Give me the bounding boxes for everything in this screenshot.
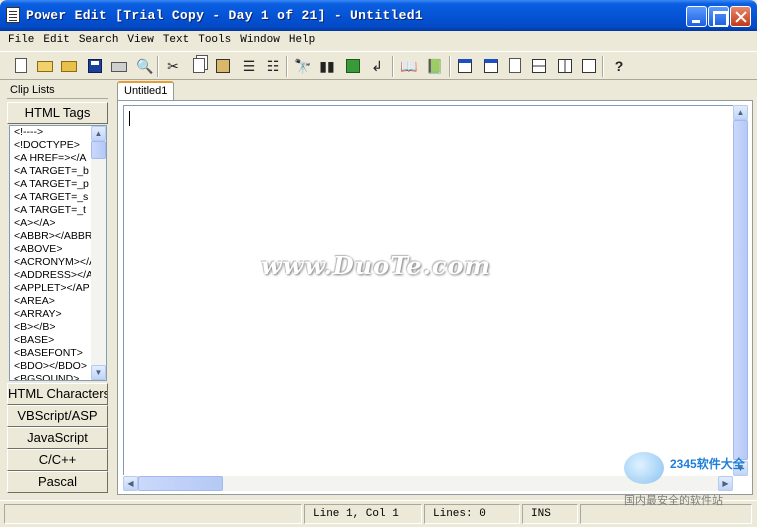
window-next-icon[interactable] [482,57,500,75]
bookmarks-list-icon[interactable]: 📗 [426,57,444,75]
watermark: www.DuoTe.com [261,251,491,280]
scroll-down-icon[interactable]: ▼ [91,365,106,380]
toolbar: 🔍 ✂ ☰ ☷ 🔭 ▮▮ ↲ 📖 📗 ? [0,51,757,80]
clip-list-item[interactable]: <ABBR></ABBR [10,230,91,243]
clip-list-item[interactable]: <A></A> [10,217,91,230]
logo-mascot-icon [624,452,664,484]
clip-list-item[interactable]: <BDO></BDO> [10,360,91,373]
menu-edit[interactable]: Edit [39,31,74,50]
menu-view[interactable]: View [123,31,158,50]
clip-list-item[interactable]: <BASEFONT> [10,347,91,360]
category-html-tags[interactable]: HTML Tags [7,102,108,124]
clip-list-item[interactable]: <!----> [10,126,91,139]
menu-text[interactable]: Text [159,31,194,50]
clip-list-item[interactable]: <A TARGET=_t [10,204,91,217]
cut-icon[interactable]: ✂ [164,57,182,75]
app-icon[interactable] [6,7,20,23]
clip-items: <!----> <!DOCTYPE> <A HREF=></A <A TARGET=_… [10,126,91,380]
toolbar-separator [157,56,159,77]
new-document-icon[interactable] [12,57,30,75]
single-pane-icon[interactable] [580,57,598,75]
menu-file[interactable]: File [4,31,39,50]
menu-tools[interactable]: Tools [194,31,236,50]
outdent-icon[interactable]: ☷ [264,57,282,75]
paste-icon[interactable] [214,57,232,75]
category-c-cpp[interactable]: C/C++ [7,449,108,471]
clip-list-item[interactable]: <A TARGET=_p [10,178,91,191]
clip-list-item[interactable]: <!DOCTYPE> [10,139,91,152]
menu-search[interactable]: Search [75,31,124,50]
indent-icon[interactable]: ☰ [240,57,258,75]
category-pascal[interactable]: Pascal [7,471,108,493]
scroll-left-icon[interactable]: ◀ [123,476,138,491]
tab-label: Untitled1 [124,85,168,97]
scroll-up-icon[interactable]: ▲ [733,105,748,120]
clip-list-item[interactable]: <BASE> [10,334,91,347]
clip-list-item[interactable]: <ABOVE> [10,243,91,256]
minimize-button[interactable] [686,6,707,27]
menu-window[interactable]: Window [236,31,285,50]
bookmark-icon[interactable]: 📖 [400,57,418,75]
clip-lists-title: Clip Lists [10,84,55,96]
save-icon[interactable] [86,57,104,75]
editor-text-area[interactable]: www.DuoTe.com [123,105,734,475]
close-button[interactable] [730,6,751,27]
clip-list-item[interactable]: <A TARGET=_b [10,165,91,178]
text-caret [129,111,130,126]
toolbar-separator [449,56,451,77]
clip-list-item[interactable]: <B></B> [10,321,91,334]
help-icon[interactable]: ? [610,57,628,75]
clip-list-item[interactable]: <ACRONYM></A [10,256,91,269]
window-cascade-icon[interactable] [456,57,474,75]
clip-list-item[interactable]: <BGSOUND> [10,373,91,380]
category-vbscript-asp[interactable]: VBScript/ASP [7,405,108,427]
status-panel-message [4,504,302,524]
editor-frame: www.DuoTe.com ▲ ▼ ◀ ▶ [117,100,753,495]
toolbar-separator [286,56,288,77]
window-title: Power Edit [Trial Copy - Day 1 of 21] - … [26,8,423,23]
print-icon[interactable] [110,57,128,75]
goto-icon[interactable]: ↲ [368,57,386,75]
menu-help[interactable]: Help [285,31,320,50]
scroll-up-icon[interactable]: ▲ [91,126,106,141]
vertical-scroll-thumb[interactable] [733,120,748,460]
site-logo: 2345软件大全 国内最安全的软件站 [622,452,757,512]
find-icon[interactable]: 🔭 [294,57,312,75]
maximize-button[interactable] [708,6,729,27]
clip-list-item[interactable]: <A HREF=></A [10,152,91,165]
scroll-thumb[interactable] [91,141,106,159]
replace-icon[interactable] [344,57,362,75]
open-folder-icon[interactable] [36,57,54,75]
logo-line2: 国内最安全的软件站 [624,495,723,507]
status-insert-mode: INS [522,504,578,524]
category-javascript[interactable]: JavaScript [7,427,108,449]
title-bar[interactable]: Power Edit [Trial Copy - Day 1 of 21] - … [0,0,757,31]
document-icon[interactable] [506,57,524,75]
status-cursor-position: Line 1, Col 1 [304,504,422,524]
print-preview-icon[interactable]: 🔍 [136,57,154,75]
clip-list-item[interactable]: <AREA> [10,295,91,308]
toolbar-separator [392,56,394,77]
open-recent-icon[interactable] [60,57,78,75]
find-next-icon[interactable]: ▮▮ [318,57,336,75]
category-html-characters[interactable]: HTML Characters [7,383,108,405]
editor-vertical-scrollbar[interactable]: ▲ ▼ [733,105,748,476]
tab-untitled1[interactable]: Untitled1 [117,81,174,101]
toolbar-separator [602,56,604,77]
split-vertical-icon[interactable] [556,57,574,75]
clip-list-item[interactable]: <APPLET></AP [10,282,91,295]
clip-list-item[interactable]: <A TARGET=_s [10,191,91,204]
clip-list[interactable]: <!----> <!DOCTYPE> <A HREF=></A <A TARGET=_… [9,125,107,381]
horizontal-scroll-thumb[interactable] [138,476,223,491]
clip-lists-header: Clip Lists [7,82,108,99]
copy-icon[interactable] [190,57,208,75]
clip-list-scrollbar[interactable]: ▲ ▼ [91,126,106,380]
menu-bar: File Edit Search View Text Tools Window … [0,31,757,50]
clip-list-item[interactable]: <ARRAY> [10,308,91,321]
logo-line1: 2345软件大全 [670,457,745,471]
status-line-count: Lines: 0 [424,504,520,524]
split-horizontal-icon[interactable] [530,57,548,75]
clip-list-item[interactable]: <ADDRESS></A [10,269,91,282]
